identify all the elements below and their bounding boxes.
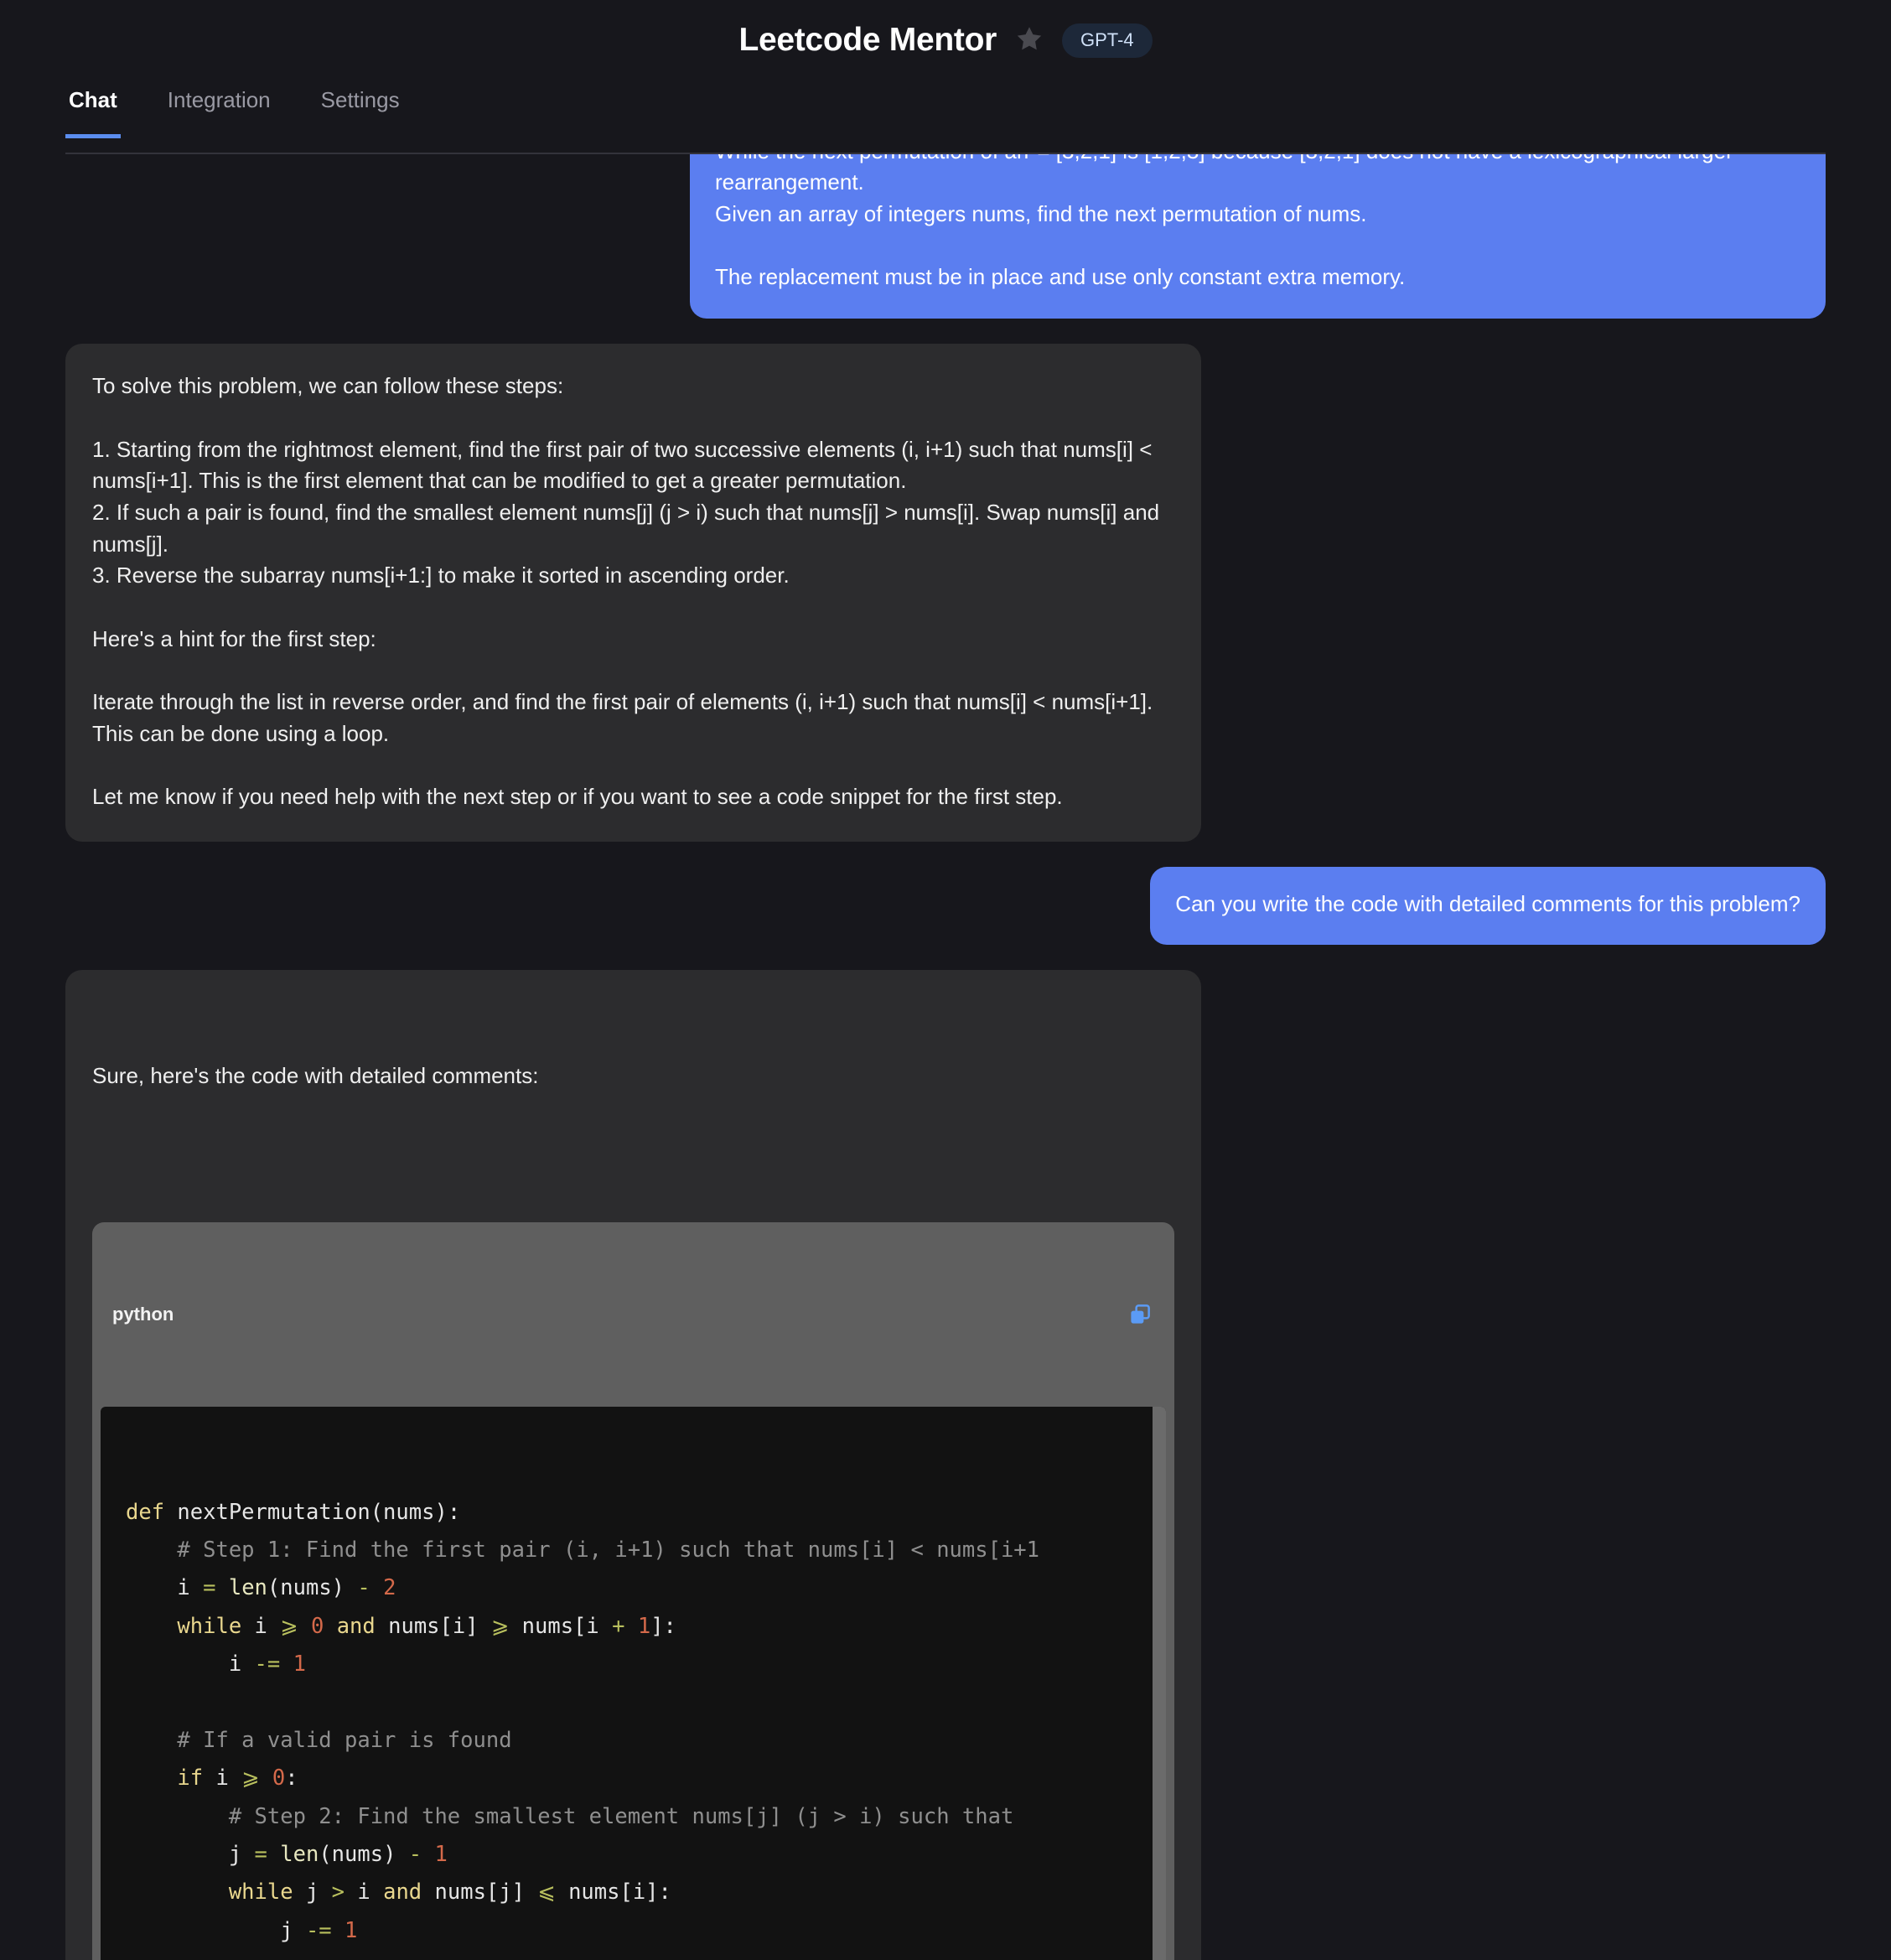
copy-icon[interactable]: [1127, 1302, 1153, 1327]
page-title: Leetcode Mentor: [738, 22, 997, 58]
tab-settings[interactable]: Settings: [318, 80, 403, 137]
tab-bar: Chat Integration Settings: [0, 80, 1891, 154]
message-row-user: Similarly, the next permutation of arr =…: [65, 154, 1826, 319]
code-vertical-scrollbar[interactable]: [1153, 1407, 1166, 1960]
tab-chat[interactable]: Chat: [65, 80, 121, 138]
code-text: def nextPermutation(nums): # Step 1: Fin…: [126, 1499, 1040, 1943]
tab-integration[interactable]: Integration: [164, 80, 274, 137]
code-language-label: python: [112, 1303, 174, 1325]
message-row-user: Can you write the code with detailed com…: [65, 866, 1826, 946]
assistant-message-bubble: To solve this problem, we can follow the…: [65, 344, 1201, 842]
user-message-bubble: Can you write the code with detailed com…: [1150, 866, 1826, 946]
assistant-message-bubble-with-code: Sure, here's the code with detailed comm…: [65, 970, 1201, 1960]
user-message-bubble: Similarly, the next permutation of arr =…: [690, 154, 1826, 319]
code-block: python def nextPermutation(nums): # Step…: [92, 1221, 1174, 1960]
code-body[interactable]: def nextPermutation(nums): # Step 1: Fin…: [101, 1407, 1166, 1960]
code-block-header: python: [92, 1284, 1174, 1344]
app-header: Leetcode Mentor GPT-4: [0, 0, 1891, 80]
message-row-assistant: To solve this problem, we can follow the…: [65, 344, 1826, 842]
star-icon[interactable]: [1015, 24, 1044, 57]
message-row-assistant: Sure, here's the code with detailed comm…: [65, 970, 1826, 1960]
model-badge: GPT-4: [1061, 23, 1153, 58]
conversation-scroll-area[interactable]: Similarly, the next permutation of arr =…: [0, 154, 1891, 1960]
assistant-intro-text: Sure, here's the code with detailed comm…: [92, 1062, 539, 1088]
